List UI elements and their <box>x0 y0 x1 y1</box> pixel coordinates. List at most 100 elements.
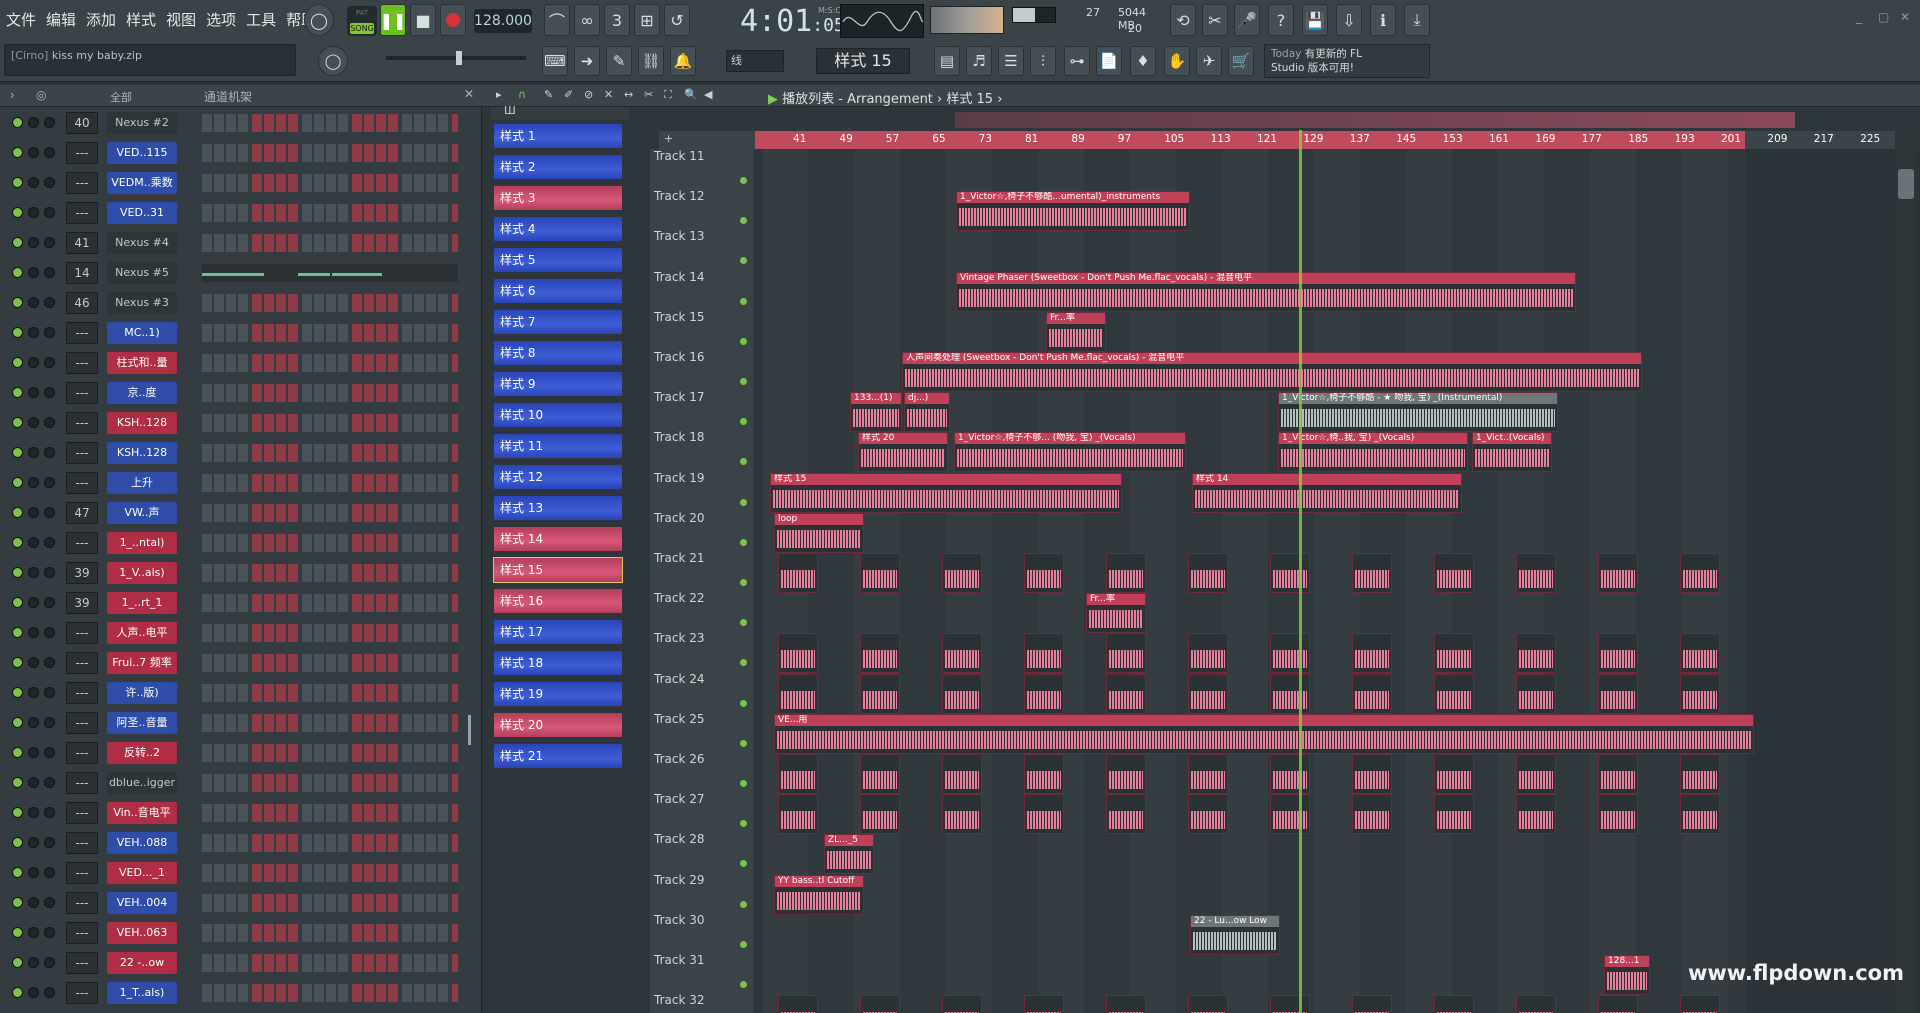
track-enable-led[interactable] <box>740 739 747 747</box>
playlist-clip[interactable]: Vintage Phaser (Sweetbox - Don't Push Me… <box>956 271 1576 312</box>
mic-icon[interactable]: 🎤 <box>1234 4 1260 36</box>
track-enable-led[interactable] <box>740 820 747 828</box>
playlist-clip[interactable] <box>860 553 900 593</box>
project-icon[interactable]: 📄 <box>1096 46 1122 76</box>
playlist-clip[interactable]: 133...(1) <box>850 392 902 433</box>
playlist-clip[interactable] <box>860 633 900 674</box>
channel-mixer-track[interactable]: --- <box>66 742 98 764</box>
playlist-clip[interactable]: Fr...率 <box>1046 311 1106 352</box>
mute-tool-icon[interactable]: ✕ <box>604 88 613 101</box>
playlist-clip[interactable] <box>1270 633 1310 674</box>
swing-icon[interactable]: ◎ <box>36 88 46 102</box>
save-icon[interactable]: 💾 <box>1302 4 1328 36</box>
channel-name-button[interactable]: dblue..igger <box>107 772 177 794</box>
channel-mixer-track[interactable]: 40 <box>66 112 98 134</box>
channel-row[interactable]: --- 阿圣..音量 <box>0 708 478 738</box>
channel-led[interactable] <box>44 777 55 788</box>
menu-edit[interactable]: 编辑 <box>46 9 76 30</box>
playlist-clip[interactable] <box>1352 754 1392 794</box>
channel-row[interactable]: --- 许..版) <box>0 678 478 708</box>
channel-row[interactable]: --- VEH..088 <box>0 828 478 858</box>
channel-name-button[interactable]: VEH..088 <box>107 832 177 854</box>
channel-mixer-track[interactable]: --- <box>66 322 98 344</box>
playlist-clip[interactable] <box>1188 553 1228 593</box>
channel-step-sequencer[interactable] <box>202 534 458 552</box>
channel-led[interactable] <box>28 957 39 968</box>
playlist-clip[interactable] <box>1270 553 1310 593</box>
channel-led-group[interactable] <box>12 147 62 159</box>
track-header[interactable]: Track 32 <box>654 993 748 1013</box>
track-header[interactable]: Track 12 <box>654 189 748 229</box>
playlist-vertical-scrollbar[interactable] <box>1895 131 1917 1013</box>
playlist-clip[interactable]: dj...) <box>904 392 950 433</box>
channel-led-group[interactable] <box>12 507 62 519</box>
playlist-clip[interactable] <box>1516 673 1556 714</box>
channel-led[interactable] <box>28 657 39 668</box>
channel-led[interactable] <box>12 117 23 128</box>
pattern-item[interactable]: 样式 1 <box>494 124 622 148</box>
playlist-clip[interactable]: 样式 14 <box>1192 472 1462 513</box>
channel-led-group[interactable] <box>12 987 62 999</box>
pattern-item[interactable]: 样式 21 <box>494 744 622 768</box>
pattern-item[interactable]: 样式 5 <box>494 248 622 272</box>
channel-row[interactable]: --- KSH..128 <box>0 438 478 468</box>
channel-mixer-track[interactable]: 39 <box>66 562 98 584</box>
playlist-clip[interactable]: 1_Vict..(Vocals) <box>1472 432 1552 473</box>
channel-step-sequencer[interactable] <box>202 984 458 1002</box>
channel-mixer-track[interactable]: --- <box>66 862 98 884</box>
track-enable-led[interactable] <box>740 297 747 305</box>
channel-name-button[interactable]: 反转..2 <box>107 742 177 764</box>
track-enable-led[interactable] <box>740 699 747 707</box>
track-enable-led[interactable] <box>740 257 747 265</box>
channel-led-group[interactable] <box>12 927 62 939</box>
channel-step-sequencer[interactable] <box>202 204 458 222</box>
channel-led-group[interactable] <box>12 117 62 129</box>
channel-led[interactable] <box>12 447 23 458</box>
bell-icon[interactable]: 🔔 <box>670 46 696 76</box>
channel-led[interactable] <box>28 207 39 218</box>
channel-step-sequencer[interactable] <box>202 384 458 402</box>
playlist-clip[interactable] <box>1516 754 1556 794</box>
channel-led-group[interactable] <box>12 207 62 219</box>
channel-led[interactable] <box>12 237 23 248</box>
playlist-clip[interactable] <box>942 553 982 593</box>
playlist-menu-arrow-icon[interactable]: ▸ <box>496 88 502 101</box>
playlist-clip[interactable] <box>1516 553 1556 593</box>
channel-name-button[interactable]: 1_..ntal) <box>107 532 177 554</box>
track-enable-led[interactable] <box>740 418 747 426</box>
channel-row[interactable]: 14 Nexus #5 <box>0 258 478 288</box>
playlist-clip[interactable] <box>778 995 818 1013</box>
playlist-clip[interactable] <box>778 794 818 835</box>
channel-name-button[interactable]: VW..声 <box>107 502 177 524</box>
channel-name-button[interactable]: 22 -..ow <box>107 952 177 974</box>
playlist-clip[interactable] <box>860 673 900 714</box>
slice-tool-icon[interactable]: ✂ <box>644 88 653 101</box>
channel-name-button[interactable]: KSH..128 <box>107 412 177 434</box>
channel-led[interactable] <box>28 867 39 878</box>
channel-mixer-track[interactable]: --- <box>66 922 98 944</box>
channel-led[interactable] <box>44 537 55 548</box>
channel-led[interactable] <box>44 717 55 728</box>
channel-name-button[interactable]: 京..度 <box>107 382 177 404</box>
playlist-clip[interactable] <box>1598 794 1638 835</box>
playlist-clip[interactable] <box>1434 794 1474 835</box>
channel-step-sequencer[interactable] <box>202 294 458 312</box>
channel-led-group[interactable] <box>12 897 62 909</box>
track-header[interactable]: Track 22 <box>654 591 748 631</box>
export-icon[interactable]: ⇩ <box>1336 4 1362 36</box>
channel-led[interactable] <box>12 627 23 638</box>
menu-add[interactable]: 添加 <box>86 9 116 30</box>
undo-history-icon[interactable]: ⟲ <box>1170 4 1196 36</box>
channel-led[interactable] <box>44 597 55 608</box>
channel-led[interactable] <box>12 357 23 368</box>
channel-row[interactable]: --- dblue..igger <box>0 768 478 798</box>
channel-row[interactable]: --- 上升 <box>0 468 478 498</box>
master-pitch-knob[interactable]: ◯ <box>318 46 348 76</box>
channel-led[interactable] <box>12 687 23 698</box>
channel-led[interactable] <box>44 117 55 128</box>
track-header[interactable]: Track 20 <box>654 511 748 551</box>
playlist-clip[interactable]: 1_Victor☆,椅子不够酷 - ★ 吻我, 宝) _(Instrumenta… <box>1278 392 1558 433</box>
pattern-item[interactable]: 样式 7 <box>494 310 622 334</box>
channel-step-sequencer[interactable] <box>202 324 458 342</box>
channel-led[interactable] <box>28 387 39 398</box>
